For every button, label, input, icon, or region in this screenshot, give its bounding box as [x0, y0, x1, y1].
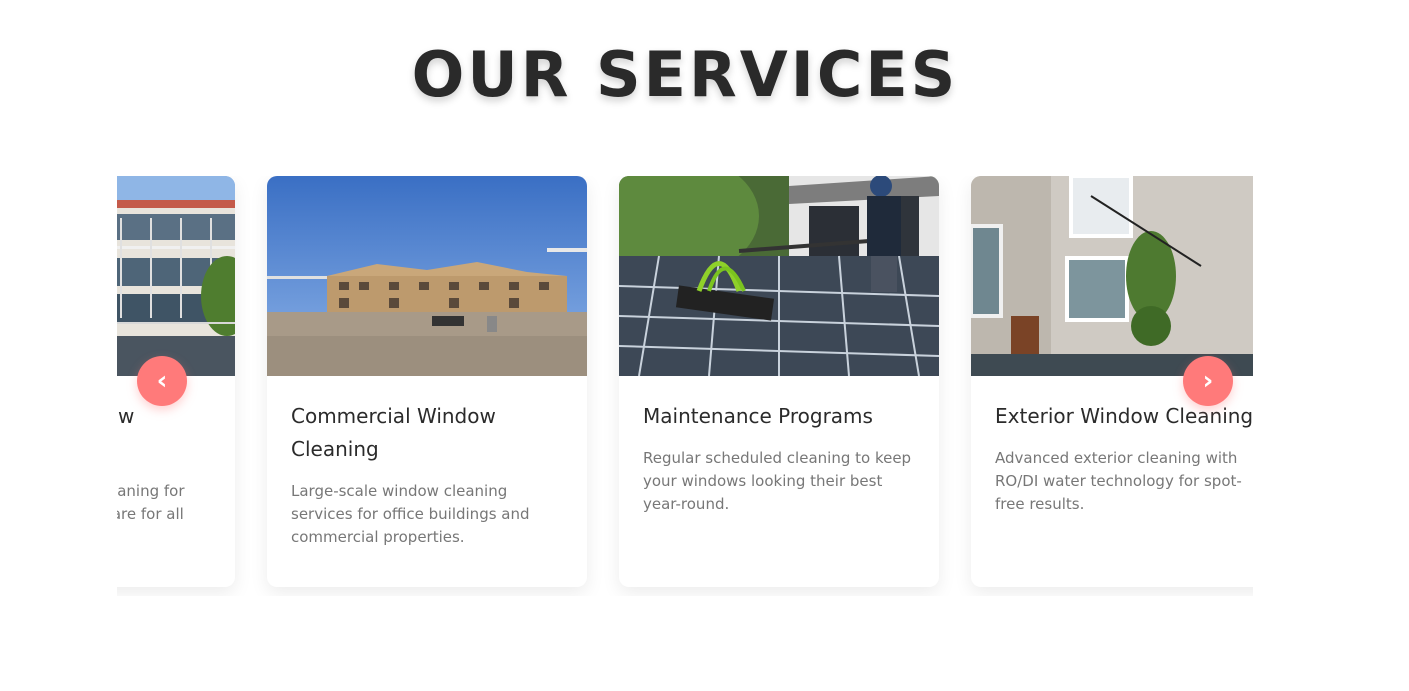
services-carousel: Residential Window Cleaning Professional…: [117, 176, 1253, 596]
carousel-next-button[interactable]: ›: [1183, 356, 1233, 406]
card-description: Large-scale window cleaning services for…: [291, 482, 530, 546]
service-card[interactable]: Commercial Window Cleaning Large-scale w…: [267, 176, 587, 587]
card-body: Residential Window Cleaning Professional…: [117, 376, 235, 569]
card-title: Maintenance Programs: [643, 404, 873, 428]
solar-panel-cleaning-photo: [619, 176, 939, 376]
section-title: OUR SERVICES: [411, 38, 959, 111]
card-title: Residential Window Cleaning: [117, 404, 135, 428]
exterior-window-photo: [971, 176, 1253, 376]
services-page: OUR SERVICES w aning for re for all Comm…: [0, 0, 1409, 691]
card-description: Professional window cleaning for homes w…: [117, 482, 185, 523]
card-title: Commercial Window Cleaning: [291, 404, 496, 461]
commercial-building-photo: [267, 176, 587, 376]
residential-building-photo: [117, 176, 235, 376]
card-description: Advanced exterior cleaning with RO/DI wa…: [995, 449, 1242, 513]
card-description: Regular scheduled cleaning to keep your …: [643, 449, 912, 513]
service-card[interactable]: Maintenance Programs Regular scheduled c…: [619, 176, 939, 587]
card-body: Commercial Window Cleaning Large-scale w…: [267, 376, 587, 569]
carousel-prev-button[interactable]: ‹: [137, 356, 187, 406]
card-body: Maintenance Programs Regular scheduled c…: [619, 376, 939, 536]
